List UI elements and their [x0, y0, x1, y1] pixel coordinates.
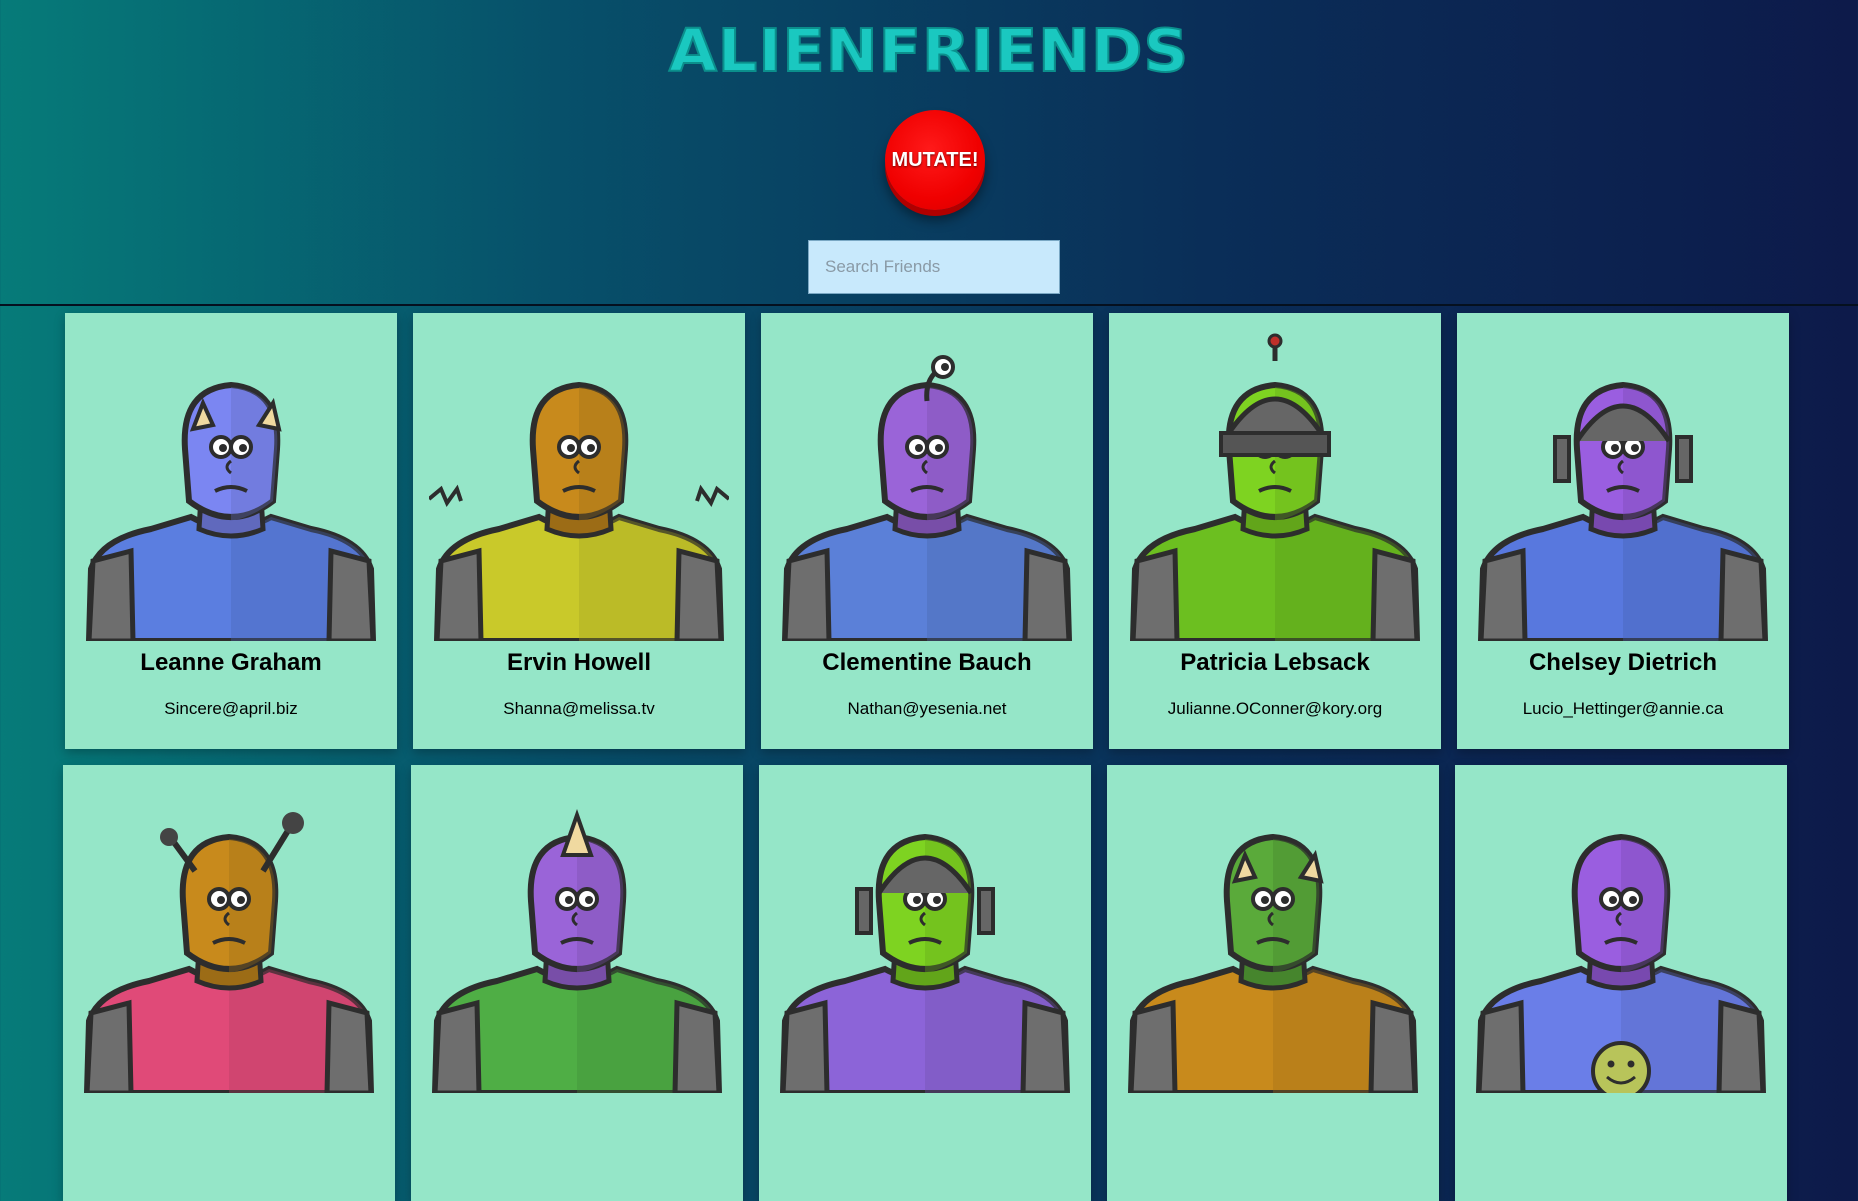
friend-name: Chelsey Dietrich	[1528, 649, 1718, 676]
app-header: ALIENFRIENDS MUTATE!	[0, 0, 1858, 306]
friend-card[interactable]	[411, 765, 743, 1201]
alien-avatar	[775, 781, 1075, 1093]
mutate-button[interactable]: MUTATE!	[885, 110, 985, 210]
alien-avatar	[429, 329, 729, 641]
friend-email: Sincere@april.biz	[164, 699, 298, 718]
alien-avatar	[79, 781, 379, 1093]
friend-card[interactable]: Leanne Graham Sincere@april.biz	[65, 313, 397, 749]
friend-name: Leanne Graham	[140, 649, 322, 676]
alien-avatar	[1471, 781, 1771, 1093]
alien-avatar	[427, 781, 727, 1093]
friend-name: Clementine Bauch	[822, 649, 1032, 676]
friend-email: Nathan@yesenia.net	[847, 699, 1007, 718]
alien-avatar	[81, 329, 381, 641]
friend-email: Julianne.OConner@kory.org	[1167, 699, 1383, 718]
friend-card[interactable]: Clementine Bauch Nathan@yesenia.net	[761, 313, 1093, 749]
friend-card[interactable]: Patricia Lebsack Julianne.OConner@kory.or…	[1109, 313, 1441, 749]
app-logo: ALIENFRIENDS	[668, 15, 1190, 86]
friend-email: Lucio_Hettinger@annie.ca	[1522, 699, 1724, 718]
friend-card[interactable]	[759, 765, 1091, 1201]
friend-name: Patricia Lebsack	[1180, 649, 1370, 676]
friend-card[interactable]	[63, 765, 395, 1201]
friend-card[interactable]: Ervin Howell Shanna@melissa.tv	[413, 313, 745, 749]
friend-card[interactable]: Chelsey Dietrich Lucio_Hettinger@annie.ca	[1457, 313, 1789, 749]
friend-card[interactable]	[1107, 765, 1439, 1201]
alien-avatar	[1473, 329, 1773, 641]
alien-avatar	[1123, 781, 1423, 1093]
friend-email: Shanna@melissa.tv	[503, 699, 655, 718]
alien-avatar	[777, 329, 1077, 641]
alien-avatar	[1125, 329, 1425, 641]
friend-card[interactable]	[1455, 765, 1787, 1201]
friend-name: Ervin Howell	[506, 649, 652, 676]
search-input[interactable]	[808, 240, 1060, 294]
